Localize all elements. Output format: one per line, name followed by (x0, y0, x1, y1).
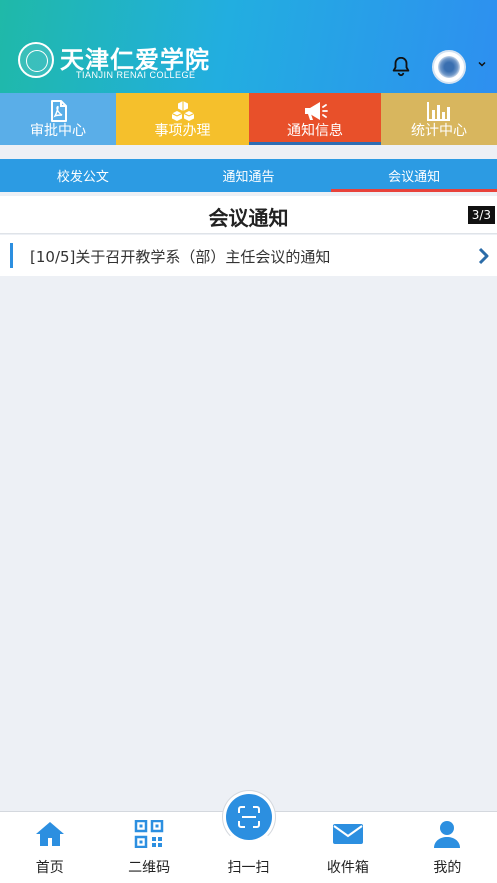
scan-icon (237, 806, 260, 828)
home-icon (35, 822, 64, 846)
tile-label: 事项办理 (154, 122, 211, 139)
pdf-document-icon (51, 99, 67, 122)
nav-qr-code[interactable]: 二维码 (99, 812, 198, 883)
tile-label: 统计中心 (411, 122, 467, 139)
list-item-accent (10, 243, 13, 268)
college-logo: 天津仁爱学院 TIANJIN RENAI COLLEGE (18, 40, 218, 84)
qr-code-icon (134, 820, 164, 848)
notice-list: [10/5]关于召开教学系（部）主任会议的通知 (0, 235, 497, 276)
page-indicator-badge: 3/3 (467, 206, 495, 224)
avatar-emblem-icon (438, 56, 460, 78)
chevron-right-icon (478, 247, 489, 265)
nav-label: 二维码 (128, 860, 171, 876)
envelope-icon (332, 824, 363, 844)
bottom-navigation: 首页 二维码 扫一扫 收件箱 我的 (0, 790, 497, 883)
bar-chart-icon (427, 101, 450, 121)
list-item[interactable]: [10/5]关于召开教学系（部）主任会议的通知 (0, 235, 497, 276)
section-header: 会议通知 3/3 (0, 196, 497, 234)
list-item-title: [10/5]关于召开教学系（部）主任会议的通知 (30, 248, 331, 266)
logo-english-name: TIANJIN RENAI COLLEGE (76, 70, 196, 80)
nav-label: 收件箱 (326, 860, 369, 876)
chevron-down-icon[interactable] (476, 58, 488, 70)
tab-meeting-notices[interactable]: 会议通知 (331, 159, 497, 192)
nav-home[interactable]: 首页 (0, 812, 99, 883)
tile-statistics-center[interactable]: 统计中心 (381, 93, 497, 145)
nav-label: 我的 (433, 860, 462, 876)
nav-inbox[interactable]: 收件箱 (298, 812, 397, 883)
tile-label: 通知信息 (287, 122, 343, 139)
divider (0, 145, 497, 159)
nav-scan[interactable]: 扫一扫 (199, 790, 298, 883)
avatar[interactable] (432, 50, 466, 84)
tab-announcements[interactable]: 通知通告 (166, 159, 332, 192)
tile-label: 审批中心 (30, 122, 86, 139)
tile-notice-info[interactable]: 通知信息 (249, 93, 381, 145)
tile-approval-center[interactable]: 审批中心 (0, 93, 116, 145)
cubes-icon (171, 100, 194, 121)
nav-label: 首页 (35, 860, 64, 876)
tab-school-documents[interactable]: 校发公文 (0, 159, 166, 192)
user-icon (434, 821, 461, 848)
megaphone-icon (305, 101, 328, 120)
notice-subtabs: 校发公文 通知通告 会议通知 (0, 159, 497, 192)
tile-task-handling[interactable]: 事项办理 (116, 93, 249, 145)
nav-profile[interactable]: 我的 (398, 812, 497, 883)
bell-icon[interactable] (390, 55, 412, 77)
nav-label: 扫一扫 (227, 860, 270, 876)
scan-button[interactable] (221, 790, 276, 844)
page-title: 会议通知 (208, 206, 289, 230)
college-seal-icon (18, 42, 54, 78)
category-tiles: 审批中心 事项办理 通知信息 统计中心 (0, 93, 497, 145)
app-header: 天津仁爱学院 TIANJIN RENAI COLLEGE (0, 0, 497, 93)
